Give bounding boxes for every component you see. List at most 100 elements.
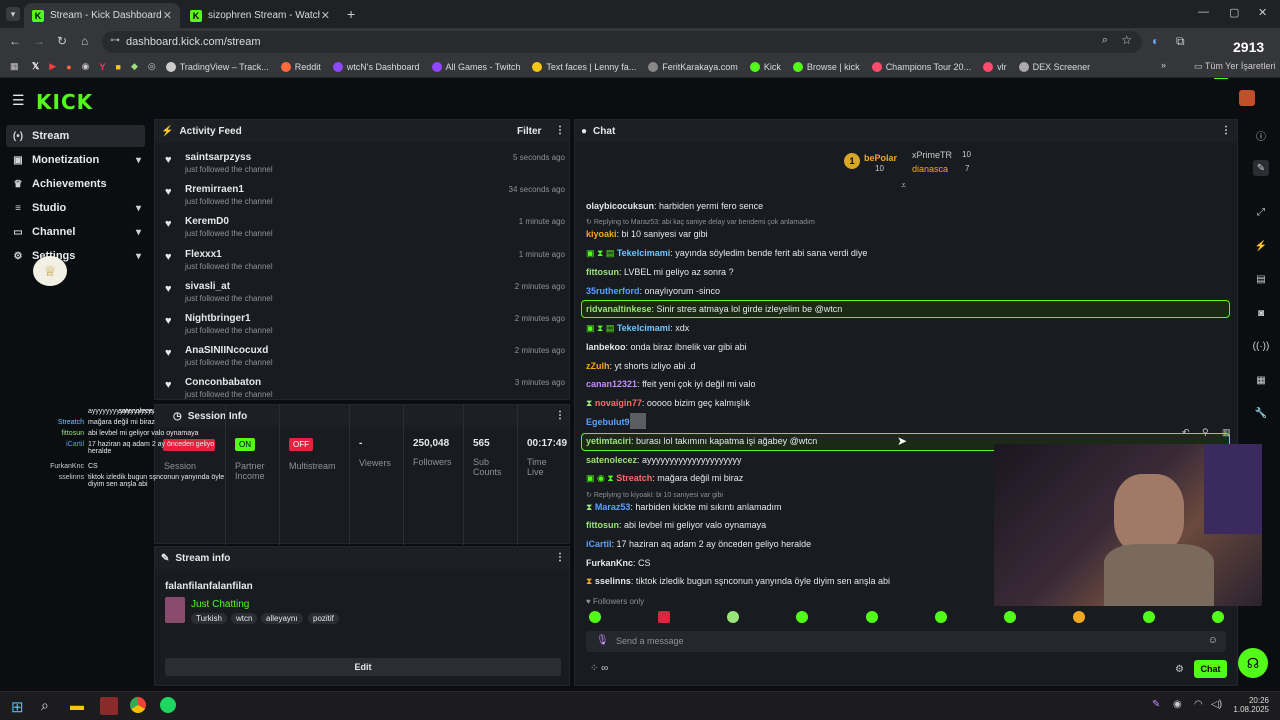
- bookmark-item[interactable]: Text faces | Lenny fa...: [532, 61, 636, 72]
- bookmark-item[interactable]: Reddit: [280, 61, 321, 72]
- more-options-icon[interactable]: ⋮: [555, 125, 565, 136]
- sidebar-item-achievements[interactable]: ♛ Achievements: [6, 173, 145, 195]
- chat-message[interactable]: ⧗ novaigin77: ooooo bizim geç kalmışlık: [586, 398, 750, 409]
- leaderboard-name[interactable]: dianasca: [912, 164, 948, 174]
- reply-icon[interactable]: ↶: [1182, 427, 1190, 438]
- apps-grid-icon[interactable]: ▦: [10, 61, 20, 72]
- chat-message[interactable]: lanbekoo: onda biraz ibnelik var gibi ab…: [586, 342, 747, 352]
- chat-message[interactable]: 35rutherford: onaylıyorum -sinco: [586, 286, 720, 296]
- chat-message[interactable]: kiyoaki: bi 10 saniyesi var gibi: [586, 229, 708, 239]
- send-chat-button[interactable]: Chat: [1194, 660, 1227, 678]
- chat-message[interactable]: ▣ ⧗ ▤ Tekelcimami: xdx: [586, 323, 689, 334]
- window-close-icon[interactable]: ✕: [1258, 6, 1267, 19]
- more-options-icon[interactable]: ⋮: [555, 552, 565, 563]
- file-explorer-icon[interactable]: ▬: [70, 697, 84, 713]
- app-icon[interactable]: [100, 697, 118, 715]
- tag-chip[interactable]: wtcn: [231, 613, 258, 624]
- emote-icon[interactable]: [866, 611, 878, 623]
- leaderboard-name[interactable]: bePolar: [864, 153, 897, 163]
- pin-icon[interactable]: ⚲: [1202, 427, 1209, 438]
- chat-message[interactable]: canan12321: ffeit yeni çok iyi değil mi …: [586, 379, 755, 389]
- close-icon[interactable]: ✕: [163, 9, 172, 22]
- bookmark-icon[interactable]: ◆: [131, 61, 138, 72]
- broadcast-icon[interactable]: ((·)): [1253, 338, 1270, 354]
- leaderboard-name[interactable]: xPrimeTR: [912, 150, 952, 160]
- chat-message[interactable]: ridvanaltinkese: Sinir stres atmaya lol …: [586, 304, 842, 314]
- minimize-icon[interactable]: —: [1198, 6, 1209, 18]
- emote-icon[interactable]: [796, 611, 808, 623]
- bookmark-icon[interactable]: ■: [116, 62, 121, 72]
- bookmark-item[interactable]: Browse | kick: [792, 61, 860, 72]
- steam-icon[interactable]: ◉: [1173, 699, 1182, 710]
- more-bookmarks-icon[interactable]: »: [1161, 60, 1166, 70]
- menu-icon[interactable]: ☰: [12, 92, 25, 109]
- tab-search-icon[interactable]: ▾: [6, 7, 20, 21]
- avatar[interactable]: [1239, 90, 1255, 106]
- emote-icon[interactable]: [589, 611, 601, 623]
- home-icon[interactable]: ⌂: [81, 34, 88, 48]
- spotify-icon[interactable]: [160, 697, 176, 713]
- maximize-icon[interactable]: ▢: [1229, 6, 1239, 19]
- forward-icon[interactable]: →: [33, 34, 45, 48]
- tab-kick-dashboard[interactable]: K Stream - Kick Dashboard ✕: [24, 3, 180, 28]
- chat-message[interactable]: satenolecez: ayyyyyyyyyyyyyyyyyyyyy: [586, 455, 742, 465]
- microphone-icon[interactable]: 🎙: [596, 635, 609, 646]
- chrome-icon[interactable]: [130, 697, 146, 713]
- site-info-icon[interactable]: ⊶: [110, 35, 120, 46]
- close-icon[interactable]: ✕: [321, 9, 330, 22]
- chat-message[interactable]: Egebulut9:: [586, 413, 646, 429]
- pencil-icon[interactable]: ✎: [1253, 160, 1269, 176]
- bookmark-icon[interactable]: ◉: [82, 61, 90, 72]
- category-link[interactable]: Just Chatting: [191, 599, 249, 610]
- info-icon[interactable]: ⓘ: [1253, 127, 1269, 143]
- back-icon[interactable]: ←: [9, 34, 21, 48]
- extensions-puzzle-icon[interactable]: ⧉: [1176, 34, 1185, 49]
- bookmark-item[interactable]: All Games - Twitch: [431, 61, 520, 72]
- chat-message[interactable]: FurkanKnc: CS: [586, 558, 651, 568]
- windows-start-icon[interactable]: ⊞: [11, 698, 24, 716]
- gear-icon[interactable]: ⚙: [1175, 664, 1184, 675]
- emote-icon[interactable]: [1073, 611, 1085, 623]
- all-bookmarks[interactable]: ▭ Tüm Yer İşaretleri: [1194, 61, 1275, 72]
- tray-icon[interactable]: ✎: [1152, 699, 1160, 710]
- chat-message[interactable]: fittosun: abi levbel mi geliyor valo oyn…: [586, 520, 766, 530]
- document-icon[interactable]: ▤: [1253, 271, 1269, 287]
- wrench-icon[interactable]: 🔧: [1253, 405, 1269, 421]
- taskbar-clock[interactable]: 20:26 1.08.2025: [1233, 696, 1269, 714]
- search-icon[interactable]: ⌕: [41, 697, 49, 714]
- sidebar-item-monetization[interactable]: ▣ Monetization ▾: [6, 149, 145, 171]
- bookmark-star-icon[interactable]: ☆: [1121, 33, 1132, 47]
- emote-icon[interactable]: [658, 611, 670, 623]
- chat-message[interactable]: yetimtaciri: burası lol takımını kapatma…: [586, 436, 817, 446]
- bookmark-item[interactable]: DEX Screener: [1018, 61, 1090, 72]
- emote-icon[interactable]: [1004, 611, 1016, 623]
- tag-chip[interactable]: Turkish: [191, 613, 227, 624]
- lightning-icon[interactable]: ⚡: [1253, 238, 1269, 254]
- bookmark-item[interactable]: Champions Tour 20...: [871, 61, 971, 72]
- chat-message[interactable]: fittosun: LVBEL mi geliyo az sonra ?: [586, 267, 734, 277]
- chat-message[interactable]: zZulh: yt shorts izliyo abi .d: [586, 361, 696, 371]
- y-bookmark-icon[interactable]: Y: [99, 62, 105, 72]
- support-icon[interactable]: ☊: [1238, 648, 1268, 678]
- more-options-icon[interactable]: ⋮: [1221, 125, 1231, 136]
- chat-message[interactable]: ▣ ⧗ ▤ Tekelcimami: yayında söyledim bend…: [586, 248, 867, 259]
- tab-sizophren-stream[interactable]: K sizophren Stream - Watch Live ✕: [182, 3, 338, 28]
- sidebar-item-settings[interactable]: ⚙Settings▾: [6, 245, 145, 267]
- bookmark-item[interactable]: FeritKarakaya.com: [648, 61, 738, 72]
- chat-icon[interactable]: ◙: [1253, 305, 1269, 321]
- extension-icon[interactable]: ◐: [1152, 34, 1159, 48]
- volume-icon[interactable]: ◁): [1211, 699, 1222, 710]
- emote-icon[interactable]: [935, 611, 947, 623]
- tag-chip[interactable]: pozitif: [308, 613, 339, 624]
- zoom-icon[interactable]: ⌕: [1102, 34, 1108, 47]
- chat-message[interactable]: ⧗ sselinns: tiktok izledik bugun sşnconu…: [586, 576, 890, 587]
- reload-icon[interactable]: ↻: [57, 34, 67, 48]
- edit-button[interactable]: Edit: [165, 658, 561, 676]
- bookmark-item[interactable]: wtcN's Dashboard: [332, 61, 420, 72]
- bookmark-item[interactable]: TradingView – Track...: [165, 61, 269, 72]
- chat-message[interactable]: ⧗ Maraz53: harbiden kickte mi sıkıntı an…: [586, 502, 781, 513]
- url-field[interactable]: ⊶ dashboard.kick.com/stream ⌕ ☆: [102, 31, 1142, 53]
- tag-chip[interactable]: alleyaynı: [261, 613, 303, 624]
- chat-input-box[interactable]: 🎙 Send a message ☺: [586, 631, 1226, 652]
- bookmark-item[interactable]: Kick: [749, 61, 781, 72]
